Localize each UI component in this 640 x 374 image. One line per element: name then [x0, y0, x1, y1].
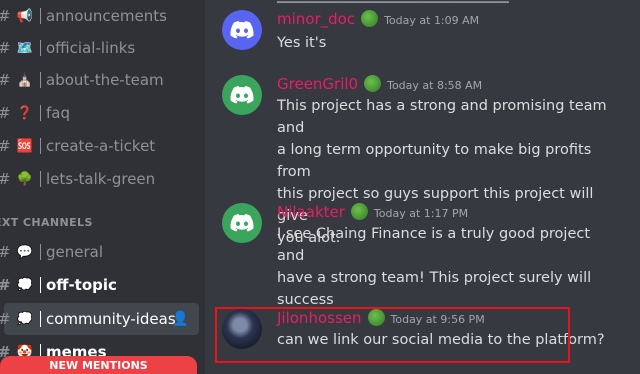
channel-label: announcements	[46, 7, 167, 25]
question-icon: ❓	[16, 105, 34, 121]
thought-bubble-icon: 💭	[16, 311, 34, 327]
hash-icon: #	[0, 137, 11, 155]
channel-label: community-ideas	[46, 310, 176, 328]
role-badge-icon	[361, 10, 379, 27]
timestamp: Today at 8:58 AM	[387, 79, 483, 92]
map-icon: 🗺️	[16, 40, 34, 56]
tree-icon: 🌳	[16, 171, 34, 187]
timestamp: Today at 1:09 AM	[384, 14, 480, 27]
highlight-box	[215, 307, 570, 363]
hash-icon: #	[0, 7, 11, 25]
channel-label: general	[46, 243, 104, 261]
hash-icon: #	[0, 276, 11, 294]
hash-icon: #	[0, 170, 11, 188]
reply-preview: ━━━━━━━━━━━━━━━━━━━━━━━━━━━━━━━━━━━	[277, 0, 509, 9]
sos-icon: 🆘	[16, 138, 34, 154]
channel-about-the-team[interactable]: # ⛪ about-the-team	[0, 64, 205, 96]
channel-label: create-a-ticket	[46, 137, 156, 155]
username[interactable]: minor_doc	[277, 10, 355, 28]
discord-logo-icon	[230, 214, 254, 232]
channel-sidebar: # 📢 announcements # 🗺️ official-links # …	[0, 0, 205, 374]
channel-label: off-topic	[46, 276, 117, 294]
message-content: Yes it's	[277, 35, 327, 51]
thought-bubble-icon: 💭	[16, 277, 34, 293]
discord-logo-icon	[230, 86, 254, 104]
channel-official-links[interactable]: # 🗺️ official-links	[0, 32, 205, 64]
channel-label: official-links	[46, 39, 136, 57]
avatar[interactable]	[222, 10, 262, 50]
timestamp: Today at 1:17 PM	[373, 207, 469, 220]
channel-community-ideas[interactable]: # 💭 community-ideas 👤	[0, 303, 199, 335]
channel-lets-talk-green[interactable]: # 🌳 lets-talk-green	[0, 163, 205, 195]
hash-icon: #	[0, 310, 11, 328]
role-badge-icon	[364, 75, 382, 92]
hash-icon: #	[0, 104, 11, 122]
hash-icon: #	[0, 39, 11, 57]
channel-label: about-the-team	[46, 71, 164, 89]
add-member-icon[interactable]: 👤	[172, 311, 189, 327]
username[interactable]: Nilaakter	[277, 203, 345, 221]
speech-bubble-icon: 💬	[16, 244, 34, 260]
channel-label: lets-talk-green	[46, 170, 156, 188]
hash-icon: #	[0, 71, 11, 89]
avatar[interactable]	[222, 75, 262, 115]
channel-off-topic[interactable]: # 💭 off-topic	[0, 269, 205, 301]
username[interactable]: GreenGril0	[277, 75, 358, 93]
discord-logo-icon	[230, 21, 254, 39]
role-badge-icon	[350, 203, 368, 220]
hash-icon: #	[0, 243, 11, 261]
channel-faq[interactable]: # ❓ faq	[0, 97, 205, 129]
new-mentions-bar[interactable]: NEW MENTIONS	[0, 356, 197, 374]
channel-general[interactable]: # 💬 general	[0, 236, 205, 268]
building-icon: ⛪	[16, 72, 34, 88]
avatar[interactable]	[222, 203, 262, 243]
channel-label: faq	[46, 104, 70, 122]
channel-create-a-ticket[interactable]: # 🆘 create-a-ticket	[0, 130, 205, 162]
message-content: I see Chaing Finance is a truly good pro…	[277, 226, 592, 308]
megaphone-icon: 📢	[16, 8, 34, 24]
category-header[interactable]: EXT CHANNELS	[0, 216, 93, 229]
channel-announcements[interactable]: # 📢 announcements	[0, 0, 205, 32]
